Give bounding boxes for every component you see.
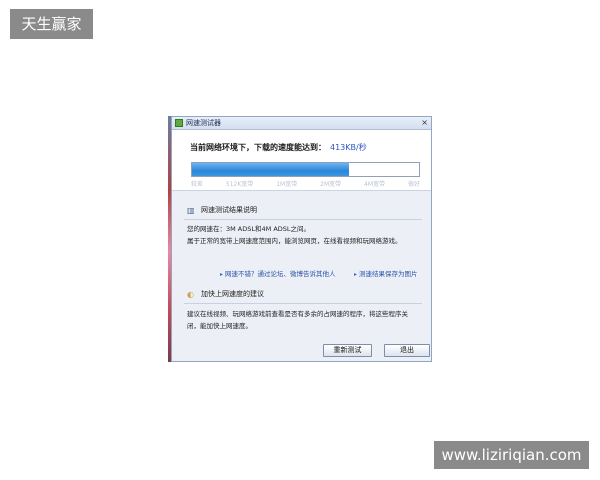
screenshot-photo: 网速测试器 × 当前网络环境下，下载的速度能达到： 413KB/秒 较差 512K…: [168, 116, 432, 362]
chart-icon: ▥: [187, 206, 195, 215]
scale-tick: 2M宽带: [320, 181, 342, 188]
app-icon: [175, 119, 183, 127]
arrow-right-icon: ▸: [354, 271, 358, 278]
scale-tick: 512K宽带: [225, 181, 254, 188]
close-button[interactable]: ×: [421, 117, 428, 129]
result-section-title: 网速测试结果说明: [201, 206, 257, 214]
arrow-right-icon: ▸: [220, 271, 224, 278]
divider: [184, 303, 422, 304]
suggest-section-title: 加快上网速度的建议: [201, 290, 264, 298]
speed-scale: 较差 512K宽带 1M宽带 2M宽带 4M宽带 很好: [191, 180, 420, 189]
save-image-link[interactable]: ▸ 测速结果保存为图片: [354, 270, 418, 279]
suggest-line-1: 建议在线视频、玩网络游戏前查看是否有多余的占网速的程序，将这些程序关: [187, 310, 408, 318]
scale-tick: 较差: [191, 181, 204, 188]
share-feedback-link[interactable]: ▸ 网速不错？通过论坛、微博告诉其他人: [220, 270, 336, 279]
window-title: 网速测试器: [186, 119, 221, 127]
scale-tick: 4M宽带: [364, 181, 386, 188]
speed-progress-bar: [191, 162, 420, 177]
title-bar[interactable]: 网速测试器 ×: [172, 117, 431, 130]
result-line-1: 您的网速在：3M ADSL和4M ADSL之间。: [187, 225, 311, 233]
share-feedback-label: 网速不错？通过论坛、微博告诉其他人: [225, 270, 336, 278]
speed-panel: 当前网络环境下，下载的速度能达到： 413KB/秒 较差 512K宽带 1M宽带 …: [172, 130, 431, 191]
speed-progress-fill: [192, 163, 349, 176]
speed-value: 413KB/秒: [330, 143, 367, 152]
speed-label: 当前网络环境下，下载的速度能达到：: [190, 143, 326, 152]
result-line-2: 属于正常的宽带上网速度范围内，能浏览网页，在线看视频和玩网络游戏。: [187, 237, 402, 245]
scale-tick: 1M宽带: [276, 181, 298, 188]
retest-button[interactable]: 重新测试: [323, 344, 372, 357]
save-image-label: 测速结果保存为图片: [359, 270, 418, 278]
divider: [184, 219, 422, 220]
watermark-bottom-right: www.liziriqian.com: [434, 441, 589, 469]
speed-test-dialog: 网速测试器 × 当前网络环境下，下载的速度能达到： 413KB/秒 较差 512K…: [171, 116, 432, 362]
speed-readout: 当前网络环境下，下载的速度能达到： 413KB/秒: [190, 143, 367, 153]
scale-tick: 很好: [407, 181, 420, 188]
lightbulb-icon: ◐: [187, 290, 194, 299]
exit-button[interactable]: 退出: [384, 344, 430, 357]
suggest-line-2: 闭，能加快上网速度。: [187, 322, 252, 330]
watermark-top-left: 天生赢家: [10, 9, 93, 39]
